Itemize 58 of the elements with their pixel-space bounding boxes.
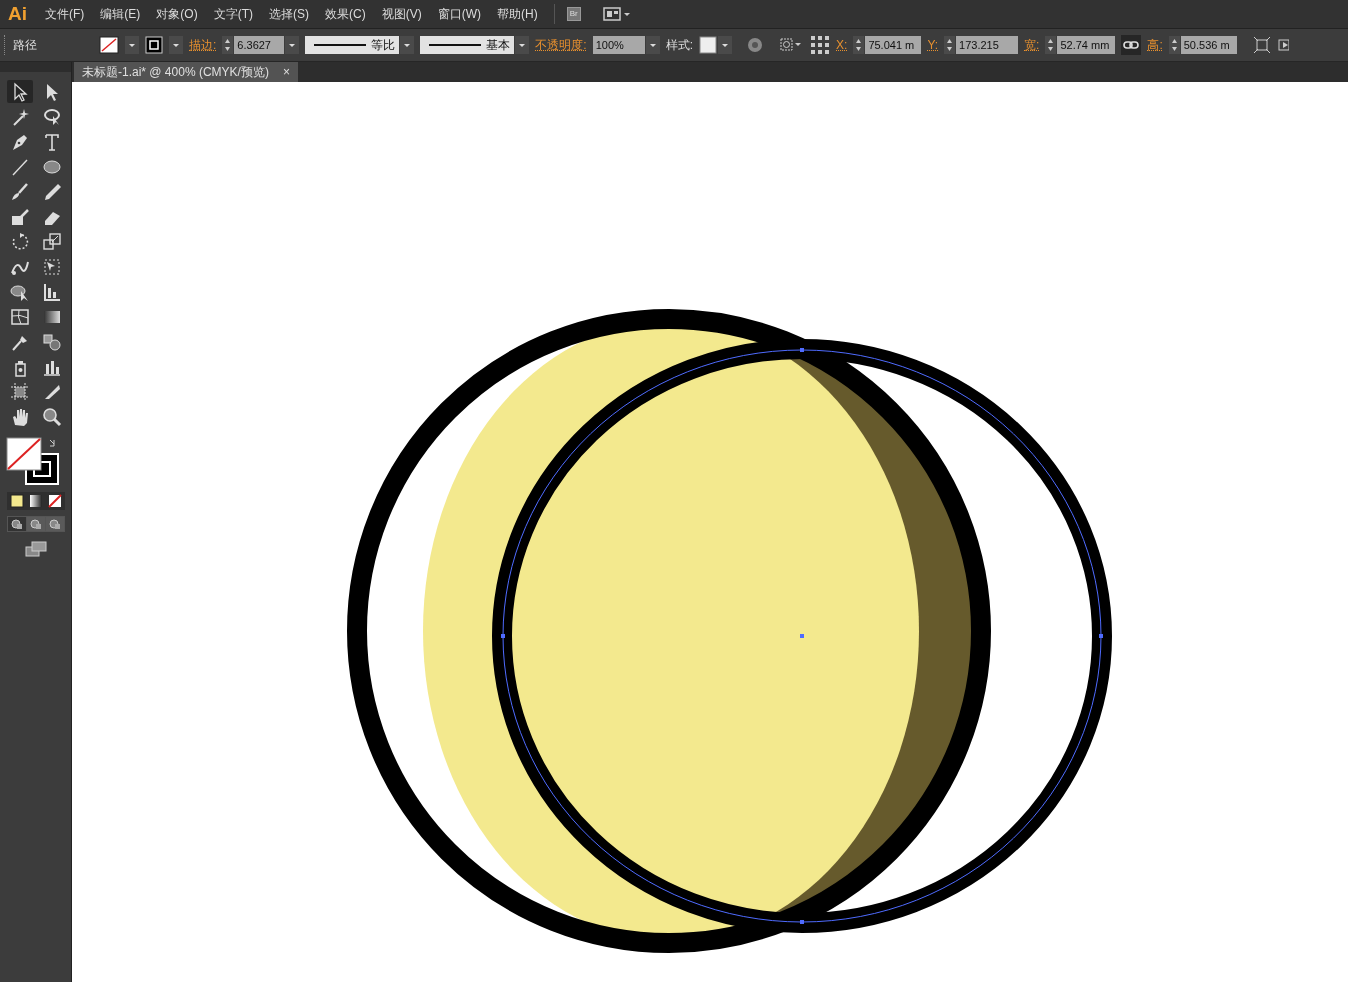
dropdown-value: 等比 <box>371 37 396 54</box>
menu-item[interactable]: 选择(S) <box>269 5 309 23</box>
line-profile-icon[interactable] <box>429 43 482 47</box>
menu-item[interactable]: 效果(C) <box>325 5 366 23</box>
workspace-switcher-icon[interactable] <box>602 6 633 22</box>
menu-item[interactable]: 对象(O) <box>156 5 198 23</box>
height-label: 高: <box>1147 37 1163 54</box>
color-mode-icon[interactable] <box>7 493 26 509</box>
menu-item[interactable]: 窗口(W) <box>437 5 481 23</box>
more-options-icon[interactable] <box>1276 36 1289 54</box>
menu-item[interactable]: 帮助(H) <box>497 5 538 23</box>
draw-normal-icon[interactable] <box>7 517 26 531</box>
screen-mode-icon[interactable] <box>23 540 48 558</box>
bridge-button[interactable]: Br <box>566 7 581 21</box>
width-label: 宽: <box>1024 37 1040 54</box>
height-field[interactable]: 50.536 m <box>1180 36 1237 54</box>
profile-dropdown[interactable]: 等比 <box>305 36 400 54</box>
stroke-label: 描边: <box>189 37 217 54</box>
y-field[interactable]: 173.215 <box>956 36 1019 54</box>
selection-tool-icon[interactable] <box>6 80 33 103</box>
stepper-icon[interactable] <box>1045 36 1057 54</box>
dropdown-icon[interactable] <box>718 36 733 54</box>
stepper-icon[interactable] <box>853 36 865 54</box>
dropdown-icon[interactable] <box>515 36 530 54</box>
stroke-swatch-icon[interactable] <box>145 36 163 54</box>
stroke-weight-field[interactable]: 6.3627 <box>234 36 285 54</box>
link-icon[interactable] <box>1121 35 1142 55</box>
width-field[interactable]: 52.74 mm <box>1057 36 1116 54</box>
dropdown-icon[interactable] <box>400 36 415 54</box>
stepper-icon[interactable] <box>1168 36 1180 54</box>
dropdown-icon[interactable] <box>285 36 300 54</box>
dropdown-value: 基本 <box>486 37 511 54</box>
dropdown-icon[interactable] <box>125 36 139 54</box>
stepper-icon[interactable] <box>944 36 956 54</box>
dropdown-icon[interactable] <box>645 36 660 54</box>
menu-item[interactable]: 编辑(E) <box>100 5 141 23</box>
opacity-field[interactable]: 100% <box>592 36 645 54</box>
fill-swatch-icon[interactable] <box>99 36 119 54</box>
dropdown-icon[interactable] <box>169 36 183 54</box>
opacity-label: 不透明度: <box>535 37 587 54</box>
close-button[interactable]: × <box>282 63 290 81</box>
brush-dropdown[interactable]: 基本 <box>420 36 515 54</box>
y-label: Y: <box>927 37 939 54</box>
menu-item[interactable]: 文字(T) <box>213 5 253 23</box>
menu-item[interactable]: 文件(F) <box>45 5 85 23</box>
x-label: X: <box>836 37 848 54</box>
style-label: 样式: <box>665 37 694 54</box>
line-profile-icon[interactable] <box>314 43 367 47</box>
stepper-icon[interactable] <box>222 36 234 54</box>
selected-path-outline[interactable] <box>501 348 1103 924</box>
reference-point-icon[interactable] <box>810 35 831 55</box>
x-field[interactable]: 75.041 m <box>865 36 922 54</box>
selection-label: 路径 <box>13 37 38 54</box>
menu-item[interactable]: 视图(V) <box>381 5 422 23</box>
transform-icon[interactable] <box>1252 36 1271 54</box>
style-swatch-icon[interactable] <box>699 36 718 54</box>
document-tab[interactable]: 未标题-1.ai* @ 400% (CMYK/预览) × <box>74 62 298 82</box>
app-logo: Ai <box>8 1 27 26</box>
